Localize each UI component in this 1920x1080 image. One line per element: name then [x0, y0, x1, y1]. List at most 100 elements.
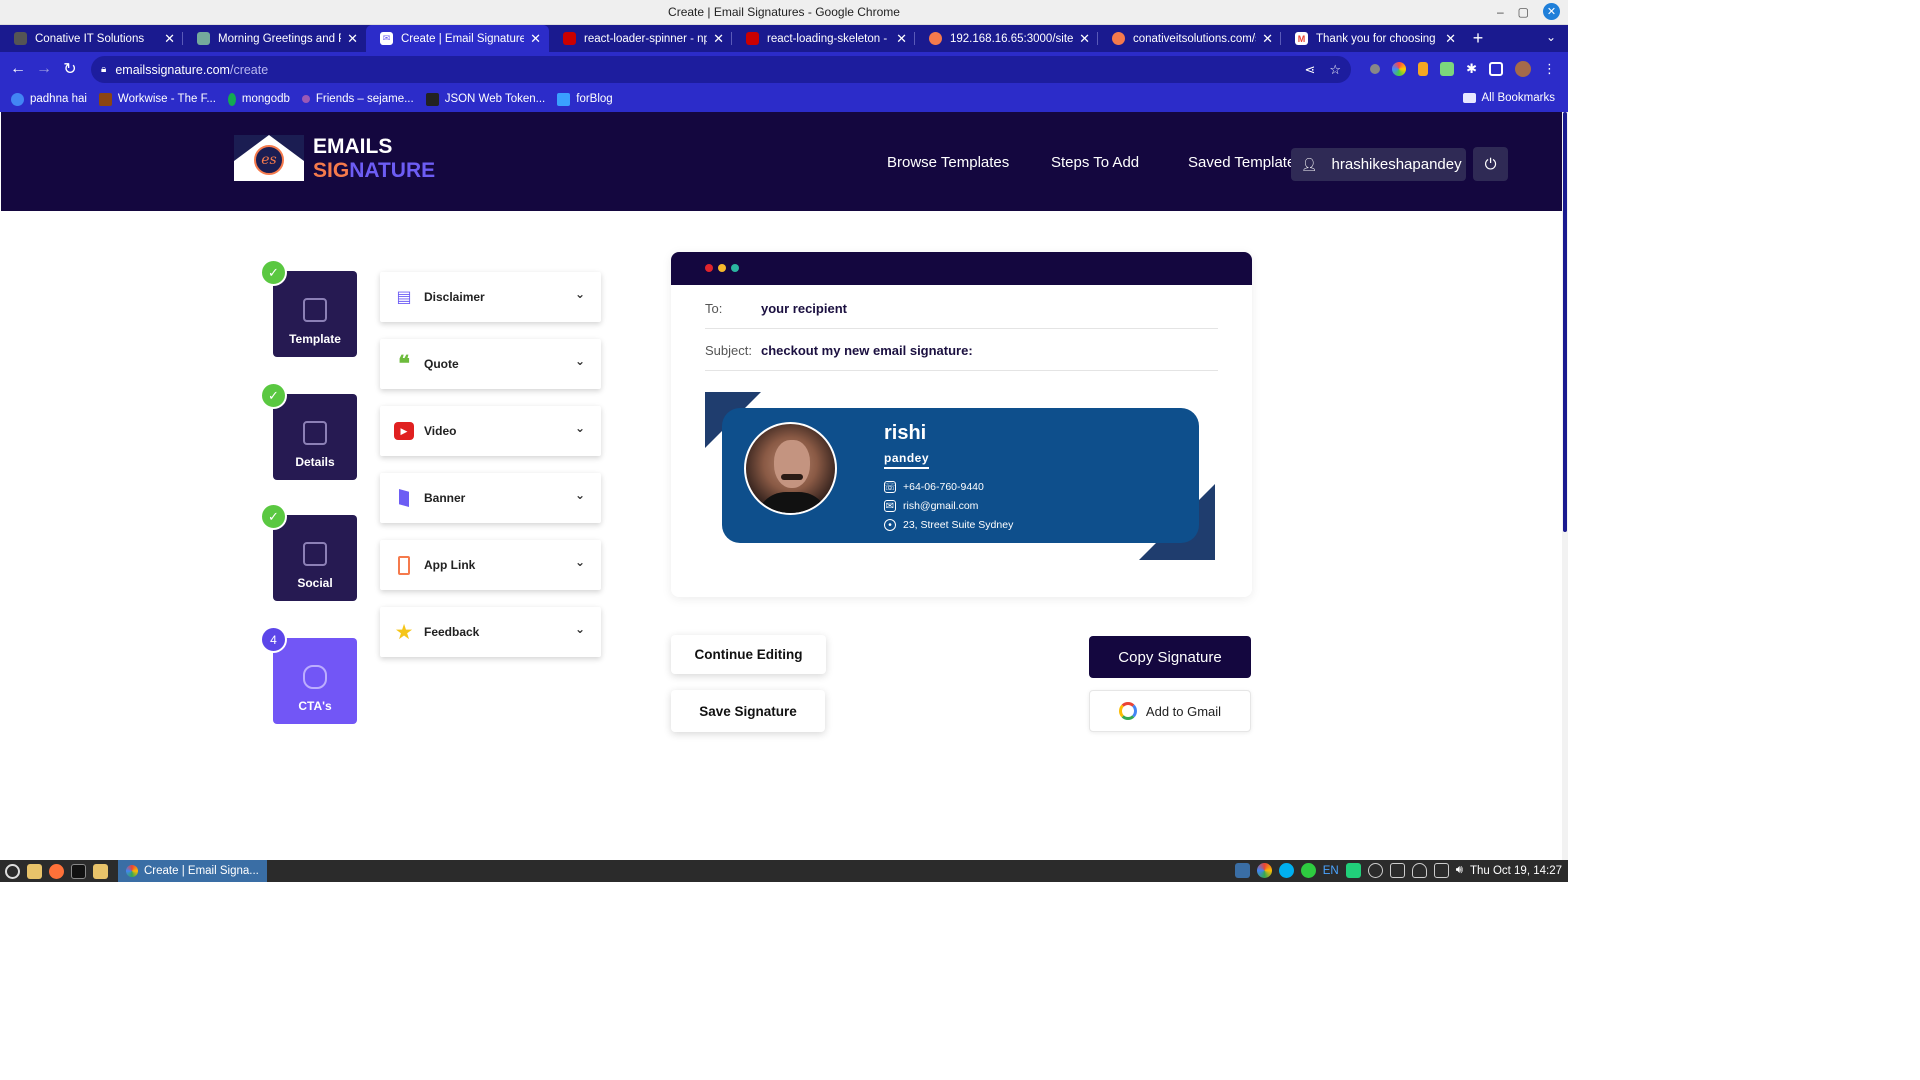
tab-7[interactable]: M Thank you for choosing Em ✕ — [1281, 25, 1464, 52]
bookmark-item[interactable]: Workwise - The F... — [98, 92, 216, 106]
add-to-gmail-label: Add to Gmail — [1145, 703, 1222, 719]
accordion-feedback[interactable]: ★ Feedback ⌄ — [380, 607, 601, 657]
tab-close-icon[interactable]: ✕ — [347, 31, 358, 47]
chevron-down-icon: ⌄ — [574, 421, 585, 435]
accordion-video[interactable]: ▶ Video ⌄ — [380, 406, 601, 456]
add-to-gmail-button[interactable]: Add to Gmail — [1089, 690, 1251, 732]
page-scrollbar[interactable] — [1562, 112, 1568, 860]
start-menu-icon[interactable] — [5, 863, 20, 879]
nav-saved-templates[interactable]: Saved Templates — [1188, 154, 1303, 171]
to-row: To: your recipient — [705, 289, 1218, 329]
chevron-down-icon: ⌄ — [574, 488, 585, 502]
tab-close-icon[interactable]: ✕ — [1262, 31, 1273, 47]
user-menu[interactable]: 👤︎ hrashikeshapandey — [1291, 148, 1466, 181]
taskbar-chrome-window[interactable]: Create | Email Signa... — [118, 860, 267, 882]
tab-close-icon[interactable]: ✕ — [1445, 31, 1456, 47]
mongodb-leaf-icon — [227, 92, 236, 106]
back-arrow-icon[interactable]: ← — [5, 60, 31, 78]
status-check-icon[interactable] — [1300, 863, 1316, 878]
address-input[interactable]: 🔒︎ emailssignature.com/create ⋖ ☆ — [91, 56, 1351, 83]
shield-icon[interactable] — [1411, 863, 1427, 878]
forward-arrow-icon[interactable]: → — [31, 60, 57, 78]
maximize-icon[interactable]: ▢ — [1518, 5, 1529, 19]
profile-avatar[interactable] — [1515, 61, 1531, 77]
site-logo[interactable]: es EMAILS SIGNATURE — [234, 135, 435, 181]
tab-close-icon[interactable]: ✕ — [164, 31, 175, 47]
minimize-icon[interactable]: – — [1497, 5, 1504, 19]
accordion-quote[interactable]: ❝ Quote ⌄ — [380, 339, 601, 389]
pointer-hand-icon — [303, 665, 327, 689]
tab-0[interactable]: Conative IT Solutions ✕ — [0, 25, 183, 52]
new-tab-button[interactable]: + — [1464, 25, 1492, 52]
screenshot-icon[interactable] — [1234, 863, 1250, 878]
keyboard-language[interactable]: EN — [1323, 865, 1339, 877]
tab-close-icon[interactable]: ✕ — [530, 31, 541, 47]
extension-icon[interactable] — [1440, 62, 1455, 76]
tab-close-icon[interactable]: ✕ — [713, 31, 724, 47]
save-signature-button[interactable]: Save Signature — [671, 690, 825, 732]
nav-browse-templates[interactable]: Browse Templates — [887, 154, 1009, 171]
files-icon[interactable] — [27, 863, 42, 879]
folder-icon[interactable] — [93, 863, 108, 879]
accordion-disclaimer[interactable]: ▤ Disclaimer ⌄ — [380, 272, 601, 322]
tab-5[interactable]: 192.168.16.65:3000/sitema ✕ — [915, 25, 1098, 52]
step-template[interactable]: ✓ Template — [260, 259, 357, 357]
terminal-icon[interactable] — [71, 863, 86, 879]
close-window-icon[interactable]: ✕ — [1543, 3, 1560, 20]
username: hrashikeshapandey — [1331, 156, 1462, 173]
step-details[interactable]: ✓ Details — [260, 382, 357, 480]
accordion-app-link[interactable]: App Link ⌄ — [380, 540, 601, 590]
signature-card: rishi pandey ☏ +64-06-760-9440 ✉ rish@gmai… — [722, 408, 1199, 543]
step-social[interactable]: ✓ Social — [260, 503, 357, 601]
step-label: Details — [295, 455, 335, 469]
tab-close-icon[interactable]: ✕ — [896, 31, 907, 47]
skype-icon[interactable] — [1278, 863, 1294, 878]
step-ctas[interactable]: 4 CTA's — [260, 626, 357, 724]
tab-1[interactable]: Morning Greetings and Pla ✕ — [183, 25, 366, 52]
reload-icon[interactable]: ↻ — [57, 59, 83, 79]
copy-signature-button[interactable]: Copy Signature — [1089, 636, 1251, 678]
logo-line-1: EMAILS — [313, 134, 393, 158]
bookmarks-bar: padhna hai Workwise - The F... mongodb F… — [0, 86, 1568, 112]
chrome-tray-icon[interactable] — [1256, 863, 1272, 878]
bookmark-item[interactable]: forBlog — [557, 92, 613, 106]
share-icon[interactable]: ⋖ — [1304, 62, 1315, 78]
bookmark-item[interactable]: Friends – sejame... — [301, 93, 414, 105]
logout-power-icon[interactable]: ⏻ — [1473, 147, 1508, 181]
tab-favicon-icon: M — [1295, 32, 1308, 45]
tab-favicon-icon — [197, 32, 210, 45]
bookmark-item[interactable]: mongodb — [227, 92, 290, 106]
tab-4[interactable]: react-loading-skeleton - np ✕ — [732, 25, 915, 52]
side-panel-icon[interactable] — [1489, 62, 1503, 76]
accordion-banner[interactable]: Banner ⌄ — [380, 473, 601, 523]
volume-icon[interactable]: 🔊︎ — [1456, 864, 1463, 877]
clock[interactable]: Thu Oct 19, 14:27 — [1470, 865, 1562, 877]
bookmark-star-icon[interactable]: ☆ — [1329, 62, 1341, 78]
tab-close-icon[interactable]: ✕ — [1079, 31, 1090, 47]
tab-3[interactable]: react-loader-spinner - npm ✕ — [549, 25, 732, 52]
accordion-label: Disclaimer — [424, 290, 485, 304]
bookmark-label: forBlog — [576, 93, 613, 105]
lock-icon[interactable]: 🔒︎ — [101, 64, 106, 75]
folder-icon — [1462, 93, 1476, 103]
tab-6[interactable]: conativeitsolutions.com/si ✕ — [1098, 25, 1281, 52]
banner-icon — [394, 489, 414, 507]
chevron-down-icon: ⌄ — [574, 354, 585, 368]
bookmark-item[interactable]: JSON Web Token... — [425, 92, 545, 106]
all-bookmarks[interactable]: All Bookmarks — [1462, 92, 1555, 104]
kebab-menu-icon[interactable]: ⋮ — [1543, 61, 1556, 77]
extension-icon[interactable] — [1418, 62, 1429, 76]
trello-icon[interactable] — [1345, 863, 1361, 878]
firefox-icon[interactable] — [49, 863, 64, 879]
color-picker-extension-icon[interactable] — [1392, 62, 1407, 76]
bookmark-item[interactable]: padhna hai — [11, 92, 87, 106]
nav-steps-to-add[interactable]: Steps To Add — [1051, 154, 1139, 171]
bolt-icon[interactable] — [1367, 863, 1383, 878]
tab-2[interactable]: ✉ Create | Email Signatures ✕ — [366, 25, 549, 52]
puzzle-icon[interactable]: ✱ — [1466, 61, 1477, 77]
clipboard-icon[interactable] — [1389, 863, 1405, 878]
extension-icon[interactable] — [1370, 64, 1381, 74]
continue-editing-button[interactable]: Continue Editing — [671, 635, 826, 674]
battery-icon[interactable] — [1433, 863, 1449, 878]
tab-search-icon[interactable]: ⌄ — [1546, 30, 1556, 44]
